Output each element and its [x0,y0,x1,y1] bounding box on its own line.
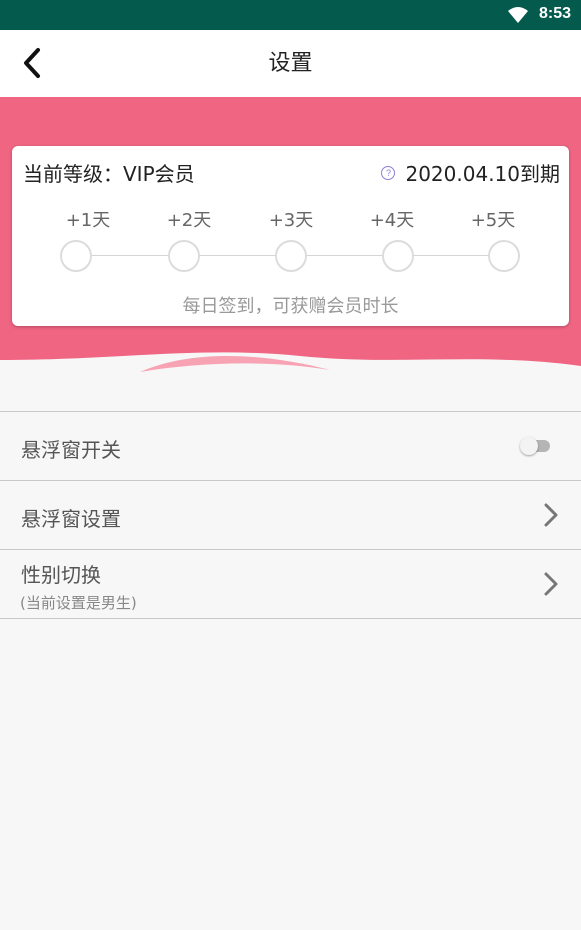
day-label-2: +2天 [166,210,212,231]
vip-expire: ? 2020.04.10到期 [381,158,560,187]
status-bar: 8:53 [0,0,581,30]
switch-thumb [520,437,538,455]
gender-switch-subtitle: (当前设置是男生) [20,594,137,612]
vip-expire-text: 2020.04.10到期 [405,162,560,186]
chevron-right-icon [544,503,558,527]
status-time: 8:53 [538,5,571,22]
gender-switch-label: 性别切换 [21,563,101,587]
day-label-4: +4天 [369,210,415,231]
page-title: 设置 [268,51,313,76]
checkin-hint: 每日签到，可获赠会员时长 [182,296,399,317]
gender-switch-row[interactable]: 性别切换 (当前设置是男生) [0,550,581,619]
checkin-day-5[interactable] [488,240,520,272]
checkin-day-2[interactable] [168,240,200,272]
vip-level-label: 当前等级：VIP会员 [23,162,195,186]
float-window-toggle-label: 悬浮窗开关 [21,438,121,462]
day-label-3: +3天 [268,210,314,231]
chevron-right-icon [544,572,558,596]
day-label-5: +5天 [470,210,516,231]
settings-list: 悬浮窗开关 悬浮窗设置 性别切换 (当前设置是男生) [0,411,581,619]
float-window-toggle-row[interactable]: 悬浮窗开关 [0,412,581,481]
title-bar: 设置 [0,30,581,97]
help-icon[interactable]: ? [381,165,396,180]
checkin-day-3[interactable] [275,240,307,272]
vip-card: 当前等级：VIP会员 ? 2020.04.10到期 +1天 +2天 +3天 +4… [12,146,569,326]
wifi-icon [508,7,528,23]
checkin-day-1[interactable] [60,240,92,272]
float-window-settings-row[interactable]: 悬浮窗设置 [0,481,581,550]
back-arrow-icon [24,48,40,78]
checkin-day-4[interactable] [382,240,414,272]
banner-wave [0,352,581,410]
float-window-settings-label: 悬浮窗设置 [21,507,121,531]
day-label-1: +1天 [65,210,111,231]
back-button[interactable] [10,41,54,85]
float-window-switch[interactable] [520,437,550,455]
